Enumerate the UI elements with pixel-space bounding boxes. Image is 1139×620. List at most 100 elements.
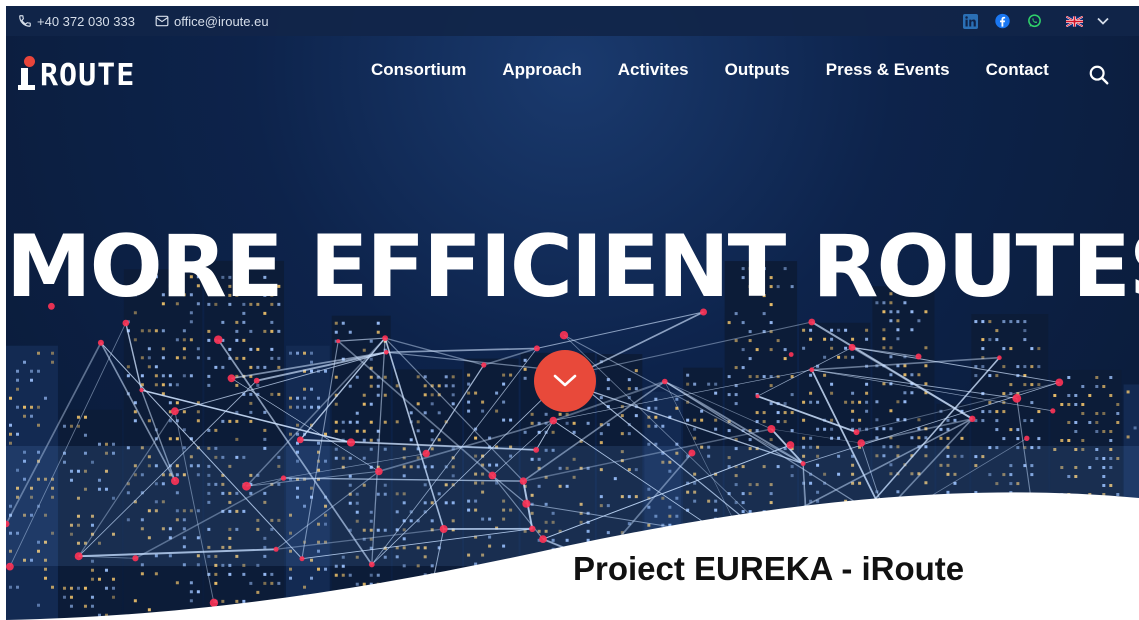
window-light [1023,383,1027,387]
window-light [182,347,186,351]
search-button[interactable] [1088,64,1110,86]
window-light [189,374,193,378]
network-node [853,429,860,436]
window-light [858,400,862,404]
window-light [599,441,603,445]
whatsapp-icon[interactable] [1027,14,1042,29]
window-light [910,373,914,377]
window-light [1002,347,1006,351]
window-light [126,374,130,378]
window-light [362,393,366,397]
window-light [1030,401,1034,405]
network-node [122,319,130,327]
network-node [549,416,558,425]
window-light [700,418,704,422]
window-light [1016,428,1020,432]
window-light [16,387,19,391]
window-light [910,328,914,332]
email-link[interactable]: office@iroute.eu [155,14,269,29]
window-light [647,424,651,428]
iroute-logo[interactable]: ROUTE [18,56,135,93]
window-light [416,402,420,406]
window-light [376,393,380,397]
window-light [851,391,855,395]
window-light [161,356,165,360]
window-light [249,419,253,423]
window-light [310,387,314,391]
network-node [253,377,260,384]
language-selector[interactable] [1066,15,1109,27]
window-light [1009,383,1013,387]
window-light [1037,383,1041,387]
window-light [661,424,665,428]
window-light [769,348,773,352]
network-node [375,467,383,476]
window-light [1074,402,1078,406]
window-light [444,375,448,379]
uk-flag-icon [1066,15,1083,27]
window-light [189,320,193,324]
window-light [423,384,427,388]
window-light [1030,347,1034,351]
window-light [1109,429,1113,433]
window-light [168,437,172,441]
network-node [800,461,806,467]
window-light [523,358,527,362]
window-light [69,424,73,428]
window-light [207,329,211,333]
nav-consortium[interactable]: Consortium [371,60,466,80]
window-light [242,320,246,324]
window-light [530,412,534,416]
window-light [235,329,239,333]
window-light [437,411,441,415]
network-node [488,471,497,480]
window-light [430,393,434,397]
network-node [1024,435,1030,441]
window-light [1023,329,1027,333]
window-light [1037,347,1041,351]
logo-dot [24,56,35,67]
window-light [790,393,794,397]
window-light [395,420,399,424]
phone-link[interactable]: +40 372 030 333 [18,14,135,29]
window-light [755,411,759,415]
window-light [30,378,33,382]
network-node [227,374,236,383]
linkedin-icon[interactable] [963,13,978,29]
window-light [865,328,869,332]
nav-activites[interactable]: Activites [618,60,689,80]
window-light [816,400,820,404]
nav-outputs[interactable]: Outputs [725,60,790,80]
window-light [544,412,548,416]
window-light [995,428,999,432]
window-light [1037,437,1041,441]
window-light [249,401,253,405]
window-light [748,375,752,379]
window-light [467,382,471,386]
facebook-icon[interactable] [995,13,1010,29]
window-light [1067,402,1071,406]
window-light [830,391,834,395]
window-light [714,418,718,422]
window-light [147,365,151,369]
window-light [235,338,239,342]
window-light [221,320,225,324]
window-light [882,427,886,431]
network-node [280,475,287,481]
window-light [783,411,787,415]
window-light [988,410,992,414]
window-light [242,338,246,342]
network-line [386,347,537,354]
window-light [270,356,274,360]
nav-approach[interactable]: Approach [502,60,581,80]
nav-press-events[interactable]: Press & Events [826,60,950,80]
window-light [1109,393,1113,397]
window-light [334,420,338,424]
nav-contact[interactable]: Contact [986,60,1049,80]
scroll-down-button[interactable] [534,350,596,412]
window-light [451,402,455,406]
window-light [303,405,307,409]
network-node [809,367,815,373]
window-light [214,428,218,432]
window-light [851,355,855,359]
